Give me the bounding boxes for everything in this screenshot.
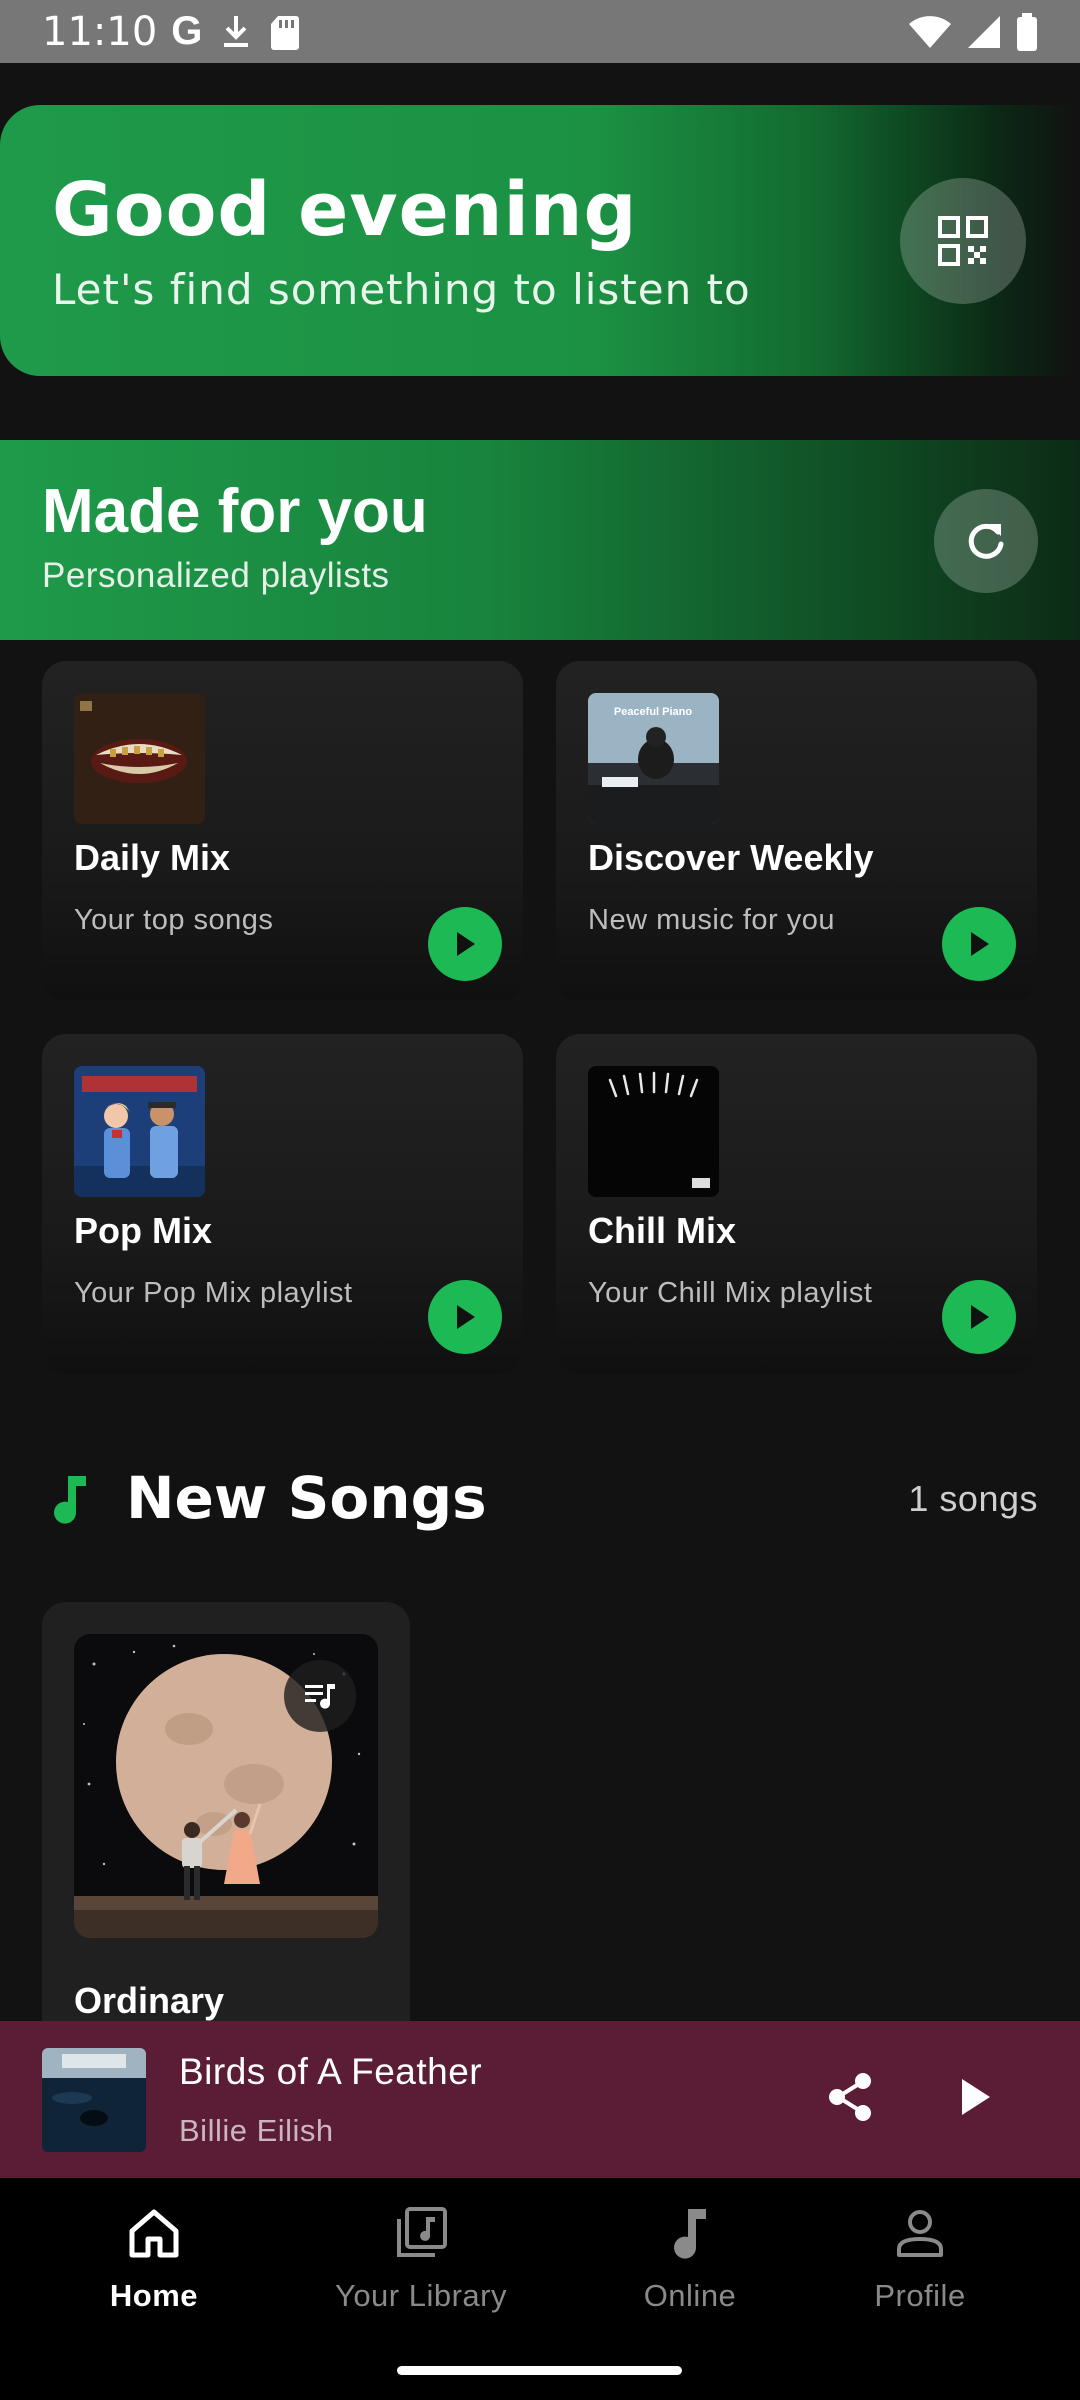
status-bar: 11:10 G: [0, 0, 1080, 63]
playlist-art-discover-weekly: Peaceful Piano: [588, 693, 719, 824]
nav-label: Profile: [874, 2278, 966, 2313]
music-note-icon: [674, 2209, 706, 2259]
nav-online[interactable]: Online: [560, 2198, 820, 2318]
playlist-card-discover-weekly[interactable]: Peaceful Piano Discover Weekly New music…: [556, 661, 1037, 1001]
greeting-title: Good evening: [52, 167, 638, 253]
playlist-card-chill-mix[interactable]: Chill Mix Your Chill Mix playlist: [556, 1034, 1037, 1374]
play-button[interactable]: [428, 907, 502, 981]
play-button[interactable]: [942, 907, 1016, 981]
qr-code-icon: [938, 216, 988, 266]
play-button[interactable]: [428, 1280, 502, 1354]
made-for-you-title: Made for you: [42, 477, 428, 546]
song-title: Ordinary: [74, 1980, 225, 2021]
now-playing-art: [42, 2048, 146, 2152]
play-icon: [971, 932, 989, 956]
playlist-card-daily-mix[interactable]: Daily Mix Your top songs: [42, 661, 523, 1001]
status-time: 11:10: [42, 8, 158, 55]
google-icon: G: [171, 9, 203, 53]
greeting-subtitle: Let's find something to listen to: [52, 265, 751, 314]
add-to-queue-button[interactable]: [284, 1660, 356, 1732]
nav-your-library[interactable]: Your Library: [291, 2198, 551, 2318]
new-songs-count: 1 songs: [908, 1478, 1038, 1519]
share-icon: [829, 2073, 871, 2121]
playlist-description: Your Chill Mix playlist: [588, 1277, 873, 1309]
made-for-you-header: Made for you Personalized playlists: [0, 440, 1080, 640]
made-for-you-subtitle: Personalized playlists: [42, 556, 390, 595]
playlist-description: New music for you: [588, 904, 836, 936]
playlist-art-text: Peaceful Piano: [614, 706, 693, 718]
qr-code-button[interactable]: [900, 178, 1026, 304]
song-card-ordinary[interactable]: Ordinary: [42, 1602, 410, 2022]
nav-label: Online: [643, 2278, 737, 2313]
play-icon: [457, 1305, 475, 1329]
new-songs-title: New Songs: [126, 1464, 487, 1532]
play-icon: [971, 1305, 989, 1329]
nav-label: Home: [109, 2278, 199, 2313]
mini-player[interactable]: Birds of A Feather Billie Eilish: [0, 2021, 1080, 2178]
share-button[interactable]: [818, 2065, 882, 2129]
playlist-art-chill-mix: [588, 1066, 719, 1197]
nav-label: Your Library: [334, 2278, 507, 2313]
new-songs-header: New Songs 1 songs: [0, 1460, 1080, 1540]
play-icon: [962, 2079, 990, 2115]
library-icon: [397, 2207, 447, 2257]
playlist-name: Chill Mix: [588, 1210, 737, 1251]
playlist-description: Your top songs: [74, 904, 274, 936]
sd-card-icon: [271, 15, 300, 50]
playlist-name: Discover Weekly: [588, 837, 874, 878]
now-playing-title: Birds of A Feather: [179, 2051, 483, 2092]
greeting-banner: Good evening Let's find something to lis…: [0, 105, 1080, 376]
refresh-icon: [968, 523, 1004, 559]
playlist-description: Your Pop Mix playlist: [74, 1277, 353, 1309]
playlist-card-pop-mix[interactable]: Pop Mix Your Pop Mix playlist: [42, 1034, 523, 1374]
nav-home[interactable]: Home: [24, 2198, 284, 2318]
playlist-name: Pop Mix: [74, 1210, 213, 1251]
profile-icon: [897, 2210, 943, 2257]
nav-profile[interactable]: Profile: [790, 2198, 1050, 2318]
playlist-art-daily-mix: [74, 693, 205, 824]
play-icon: [457, 932, 475, 956]
queue-music-icon: [305, 1684, 335, 1709]
play-button[interactable]: [942, 1280, 1016, 1354]
signal-icon: [968, 15, 1000, 48]
playlist-name: Daily Mix: [74, 837, 231, 878]
playlist-art-pop-mix: [74, 1066, 205, 1197]
refresh-button[interactable]: [934, 489, 1038, 593]
home-icon: [129, 2209, 179, 2258]
now-playing-artist: Billie Eilish: [179, 2113, 334, 2148]
home-indicator[interactable]: [397, 2366, 682, 2375]
mini-player-play-button[interactable]: [942, 2065, 1006, 2129]
battery-icon: [1017, 12, 1037, 51]
wifi-icon: [909, 15, 951, 48]
download-icon: [224, 15, 249, 47]
music-note-icon: [54, 1476, 86, 1524]
